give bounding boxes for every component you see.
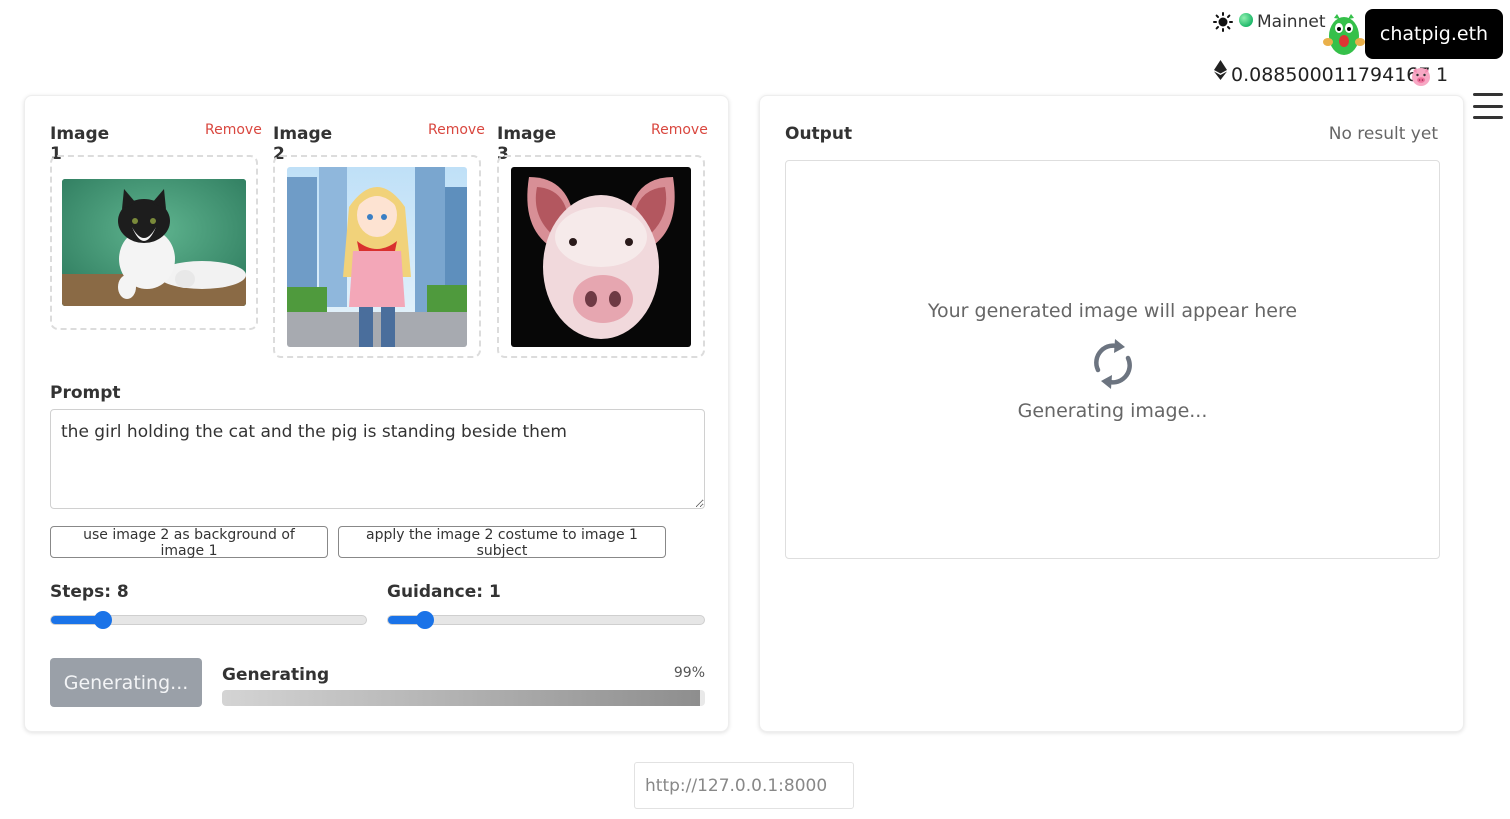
image-3-remove-link[interactable]: Remove — [651, 122, 708, 138]
guidance-slider[interactable] — [387, 611, 705, 629]
prompt-label: Prompt — [50, 383, 121, 403]
network-status-dot — [1239, 13, 1253, 27]
image-2-remove-link[interactable]: Remove — [428, 122, 485, 138]
guidance-label: Guidance: 1 — [387, 582, 501, 602]
output-placeholder-text: Your generated image will appear here — [927, 300, 1298, 322]
progress-percent: 99% — [673, 665, 705, 681]
progress-bar-fill — [222, 690, 701, 706]
output-panel: Output No result yet Your generated imag… — [759, 95, 1464, 732]
api-endpoint-input[interactable] — [634, 762, 854, 809]
guidance-slider-thumb[interactable] — [416, 611, 434, 629]
output-title: Output — [785, 124, 853, 144]
prompt-input[interactable]: the girl holding the cat and the pig is … — [50, 409, 705, 509]
pig-mascot-icon — [1323, 14, 1365, 55]
generate-button[interactable]: Generating... — [50, 658, 202, 707]
ethereum-icon — [1214, 60, 1227, 80]
image-2-anime-girl-image — [287, 167, 467, 347]
output-image-area: Your generated image will appear here Ge… — [785, 160, 1440, 559]
progress-bar — [222, 690, 705, 706]
loading-spinner-icon — [1094, 339, 1132, 389]
top-bar: Mainnet chatpig.eth 0.088500011794167 1 — [0, 0, 1510, 119]
sun-icon[interactable] — [1213, 12, 1233, 32]
account-button[interactable]: chatpig.eth — [1365, 9, 1503, 59]
progress-label: Generating — [222, 665, 330, 685]
image-1-dropzone[interactable] — [50, 155, 258, 330]
hamburger-menu-icon[interactable] — [1473, 93, 1503, 119]
token-count: 1 — [1436, 64, 1449, 86]
image-3-pig-image — [511, 167, 691, 347]
image-1-remove-link[interactable]: Remove — [205, 122, 262, 138]
steps-label: Steps: 8 — [50, 582, 129, 602]
suggestion-button-1[interactable]: use image 2 as background of image 1 — [50, 526, 328, 559]
steps-slider[interactable] — [50, 611, 367, 629]
suggestion-button-2[interactable]: apply the image 2 costume to image 1 sub… — [338, 526, 666, 559]
input-panel: Image 1 Remove Image 2 Remove Image 3 Re… — [24, 95, 729, 732]
image-1-cat-image — [62, 179, 246, 306]
steps-slider-thumb[interactable] — [94, 611, 112, 629]
pig-icon — [1412, 68, 1430, 86]
image-2-dropzone[interactable] — [273, 155, 481, 358]
image-3-dropzone[interactable] — [497, 155, 705, 358]
output-status: No result yet — [1328, 124, 1438, 144]
generating-status-text: Generating image... — [1017, 400, 1208, 422]
network-label[interactable]: Mainnet — [1257, 12, 1325, 32]
eth-balance: 0.088500011794167 — [1231, 64, 1431, 86]
